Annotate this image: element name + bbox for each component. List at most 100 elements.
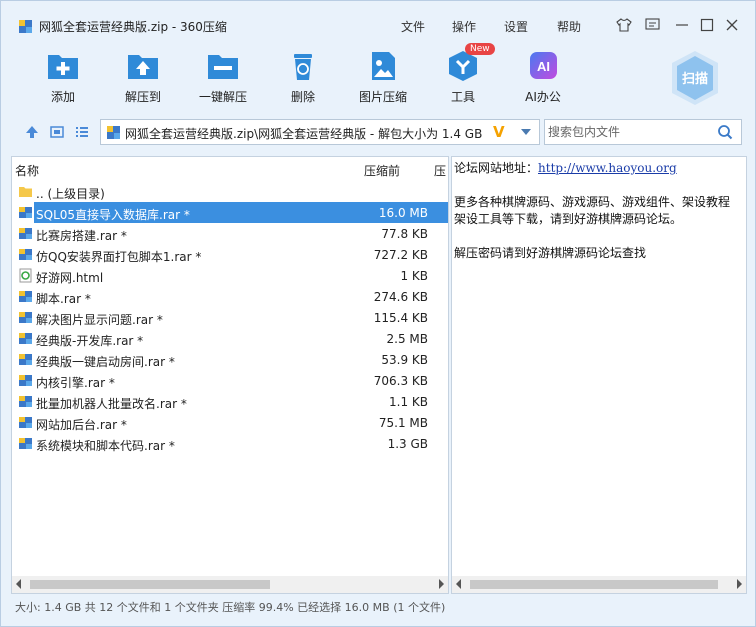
file-row[interactable]: 比赛房搭建.rar * 77.8 KB — [12, 223, 448, 244]
file-row[interactable]: 经典版一键启动房间.rar * 53.9 KB — [12, 349, 448, 370]
delete-button[interactable]: 删除 — [268, 49, 338, 109]
chevron-down-icon[interactable] — [521, 129, 531, 135]
scrollbar-thumb[interactable] — [470, 580, 718, 589]
forum-link[interactable]: http://www.haoyou.org — [538, 161, 677, 175]
scroll-right-icon[interactable] — [439, 579, 444, 589]
comment-line: 更多各种棋牌源码、游戏源码、游戏组件、架设教程 — [454, 195, 731, 209]
file-row[interactable]: SQL05直接导入数据库.rar * 16.0 MB — [12, 202, 448, 223]
parent-directory-row[interactable]: .. (上级目录) — [12, 181, 448, 202]
file-size: 75.1 MB — [378, 416, 428, 430]
menu-settings[interactable]: 设置 — [504, 18, 528, 35]
file-size: 1.1 KB — [389, 395, 428, 409]
file-size: 1.3 GB — [387, 437, 428, 451]
html-icon — [19, 268, 32, 283]
rar-icon — [19, 249, 32, 260]
file-name: 经典版一键启动房间.rar * — [36, 355, 175, 369]
scroll-left-icon[interactable] — [456, 579, 461, 589]
close-icon[interactable] — [723, 16, 741, 34]
maximize-icon[interactable] — [698, 16, 716, 34]
rar-icon — [19, 396, 32, 407]
file-name: 仿QQ安装界面打包脚本1.rar * — [36, 250, 202, 264]
file-row[interactable]: 经典版-开发库.rar * 2.5 MB — [12, 328, 448, 349]
rar-icon — [19, 333, 32, 344]
scroll-right-icon[interactable] — [737, 579, 742, 589]
menu-file[interactable]: 文件 — [401, 18, 425, 35]
tools-button[interactable]: 工具 — [428, 49, 498, 109]
address-bar[interactable]: 网狐全套运营经典版.zip\网狐全套运营经典版 - 解包大小为 1.4 GB V — [100, 119, 540, 145]
file-row[interactable]: 解决图片显示问题.rar * 115.4 KB — [12, 307, 448, 328]
title-bar: 网狐全套运营经典版.zip - 360压缩 文件 操作 设置 帮助 — [1, 1, 755, 51]
file-size: 16.0 MB — [378, 206, 428, 220]
rar-icon — [19, 312, 32, 323]
image-compress-button[interactable]: 图片压缩 — [348, 49, 418, 109]
file-name: 批量加机器人批量改名.rar * — [36, 397, 187, 411]
file-name: 经典版-开发库.rar * — [36, 334, 144, 348]
ai-office-button[interactable]: AI AI办公 — [508, 49, 578, 109]
add-button[interactable]: 添加 — [28, 49, 98, 109]
file-name: 好游网.html — [36, 271, 104, 285]
ai-icon: AI — [530, 52, 557, 79]
file-row[interactable]: 批量加机器人批量改名.rar * 1.1 KB — [12, 391, 448, 412]
file-row[interactable]: 网站加后台.rar * 75.1 MB — [12, 412, 448, 433]
file-row[interactable]: 仿QQ安装界面打包脚本1.rar * 727.2 KB — [12, 244, 448, 265]
rar-icon — [19, 438, 32, 449]
comment-pane: 论坛网站地址：http://www.haoyou.org 更多各种棋牌源码、游戏… — [451, 156, 747, 594]
up-arrow-icon[interactable] — [25, 125, 39, 139]
search-box[interactable] — [544, 119, 742, 145]
horizontal-scrollbar[interactable] — [452, 576, 746, 593]
search-input[interactable] — [545, 120, 713, 144]
file-size: 77.8 KB — [381, 227, 428, 241]
minimize-icon[interactable] — [673, 16, 691, 34]
rar-icon — [19, 417, 32, 428]
window-title: 网狐全套运营经典版.zip - 360压缩 — [39, 20, 227, 34]
file-row[interactable]: 内核引擎.rar * 706.3 KB — [12, 370, 448, 391]
comment-line: 解压密码请到好游棋牌源码论坛查找 — [454, 246, 647, 260]
one-click-extract-button[interactable]: 一键解压 — [188, 49, 258, 109]
rar-icon — [19, 228, 32, 239]
file-size: 274.6 KB — [373, 290, 428, 304]
vip-v-icon[interactable]: V — [493, 123, 505, 141]
column-compressed[interactable]: 压缩前 — [364, 162, 400, 179]
file-list-pane: 名称 压缩前 压 .. (上级目录) SQL05直接导入数据库.rar * 16.0… — [11, 156, 449, 594]
extract-to-icon — [128, 55, 158, 79]
scroll-left-icon[interactable] — [16, 579, 21, 589]
file-row[interactable]: 好游网.html 1 KB — [12, 265, 448, 286]
skin-shirt-icon[interactable] — [615, 16, 633, 34]
column-name[interactable]: 名称 — [15, 162, 39, 179]
file-name: .. (上级目录) — [36, 187, 105, 201]
file-size: 706.3 KB — [373, 374, 428, 388]
list-header: 名称 压缩前 压 — [12, 157, 448, 179]
one-click-extract-icon — [208, 55, 238, 79]
horizontal-scrollbar[interactable] — [12, 576, 448, 593]
folder-icon — [19, 187, 32, 197]
zip-archive-icon — [19, 20, 32, 33]
search-icon[interactable] — [717, 124, 733, 140]
file-name: 系统模块和脚本代码.rar * — [36, 439, 175, 453]
scrollbar-thumb[interactable] — [30, 580, 270, 589]
file-name: 脚本.rar * — [36, 292, 91, 306]
comment-line: 架设工具等下载，请到好游棋牌源码论坛。 — [454, 212, 683, 226]
file-name: 网站加后台.rar * — [36, 418, 127, 432]
file-size: 53.9 KB — [381, 353, 428, 367]
file-name: 解决图片显示问题.rar * — [36, 313, 163, 327]
list-view-icon[interactable] — [75, 125, 89, 139]
file-name: 内核引擎.rar * — [36, 376, 115, 390]
zip-archive-icon — [107, 126, 120, 139]
menu-operation[interactable]: 操作 — [452, 18, 476, 35]
thumbnail-view-icon[interactable] — [50, 125, 64, 139]
feedback-icon[interactable] — [643, 16, 661, 34]
column-after[interactable]: 压 — [434, 162, 446, 179]
file-size: 727.2 KB — [373, 248, 428, 262]
add-icon — [48, 55, 78, 79]
scan-button[interactable]: 扫描 — [669, 49, 721, 107]
rar-icon — [19, 375, 32, 386]
file-size: 115.4 KB — [373, 311, 428, 325]
trash-icon — [294, 54, 312, 80]
file-row[interactable]: 脚本.rar * 274.6 KB — [12, 286, 448, 307]
menu-help[interactable]: 帮助 — [557, 18, 581, 35]
file-row[interactable]: 系统模块和脚本代码.rar * 1.3 GB — [12, 433, 448, 454]
extract-to-button[interactable]: 解压到 — [108, 49, 178, 109]
comment-site-line: 论坛网站地址：http://www.haoyou.org — [454, 161, 677, 175]
rar-icon — [19, 207, 32, 218]
status-bar: 大小: 1.4 GB 共 12 个文件和 1 个文件夹 压缩率 99.4% 已经… — [15, 601, 446, 614]
